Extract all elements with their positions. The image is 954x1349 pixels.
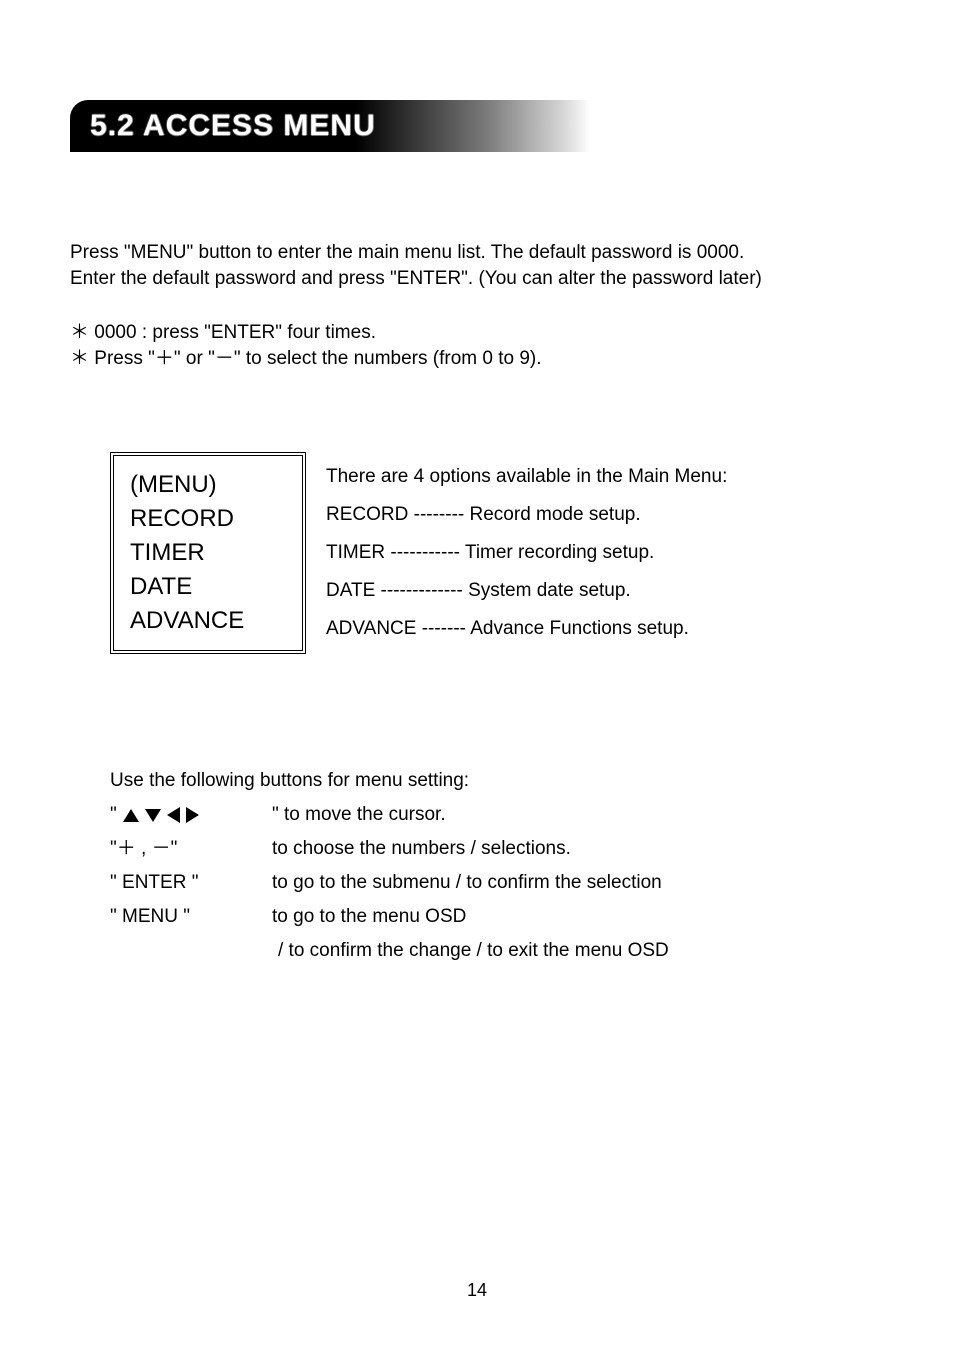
menu-description: There are 4 options available in the Mai… [326, 452, 727, 648]
notes-block: ＊ 0000 : press "ENTER" four times. ＊ Pre… [70, 320, 884, 372]
arrow-up-icon [123, 809, 139, 822]
section-heading-bar: 5.2 ACCESS MENU [70, 100, 590, 152]
asterisk-icon: ＊ [70, 322, 94, 343]
legend-val-plusminus: to choose the numbers / selections. [272, 832, 884, 866]
menu-box-item: ADVANCE [130, 604, 290, 638]
menu-desc-line: RECORD -------- Record mode setup. [326, 496, 727, 534]
legend-key-plusminus: "＋ , －" [110, 832, 272, 866]
page: 5.2 ACCESS MENU Press "MENU" button to e… [0, 0, 954, 1349]
intro-line-2: Enter the default password and press "EN… [70, 266, 884, 292]
arrow-left-icon [167, 807, 180, 823]
menu-desc-intro: There are 4 options available in the Mai… [326, 458, 727, 496]
legend-key-enter: " ENTER " [110, 866, 272, 900]
legend-val-menu: to go to the menu OSD / to confirm the c… [272, 900, 884, 968]
legend-val-enter: to go to the submenu / to confirm the se… [272, 866, 884, 900]
legend-key-menu: " MENU " [110, 900, 272, 934]
button-legend: Use the following buttons for menu setti… [70, 764, 884, 968]
intro-line-1: Press "MENU" button to enter the main me… [70, 240, 884, 266]
legend-intro: Use the following buttons for menu setti… [110, 764, 884, 798]
legend-row-enter: " ENTER " to go to the submenu / to conf… [110, 866, 884, 900]
menu-desc-line: DATE ------------- System date setup. [326, 572, 727, 610]
open-quote: " [110, 798, 117, 832]
menu-desc-line: ADVANCE ------- Advance Functions setup. [326, 610, 727, 648]
menu-box-item: RECORD [130, 502, 290, 536]
page-number: 14 [0, 1280, 954, 1301]
asterisk-icon: ＊ [70, 348, 94, 369]
menu-box: (MENU) RECORD TIMER DATE ADVANCE [110, 452, 306, 654]
menu-box-item: DATE [130, 570, 290, 604]
intro-paragraph: Press "MENU" button to enter the main me… [70, 240, 884, 292]
legend-row-arrows: " " to move the cursor. [110, 798, 884, 832]
menu-box-item: TIMER [130, 536, 290, 570]
legend-val-menu-line1: to go to the menu OSD [272, 900, 884, 934]
legend-row-plusminus: "＋ , －" to choose the numbers / selectio… [110, 832, 884, 866]
section-heading-text: 5.2 ACCESS MENU [90, 109, 376, 143]
menu-desc-line: TIMER ----------- Timer recording setup. [326, 534, 727, 572]
arrow-down-icon [145, 809, 161, 822]
menu-row: (MENU) RECORD TIMER DATE ADVANCE There a… [70, 452, 884, 654]
note-2: ＊ Press "＋" or "－" to select the numbers… [70, 346, 884, 372]
menu-box-title: (MENU) [130, 468, 290, 502]
arrow-right-icon [186, 807, 199, 823]
note-1: ＊ 0000 : press "ENTER" four times. [70, 320, 884, 346]
legend-key-arrows: " [110, 798, 272, 832]
legend-val-arrows: " to move the cursor. [272, 798, 884, 832]
legend-val-menu-line2: / to confirm the change / to exit the me… [272, 934, 884, 968]
legend-row-menu: " MENU " to go to the menu OSD / to conf… [110, 900, 884, 968]
